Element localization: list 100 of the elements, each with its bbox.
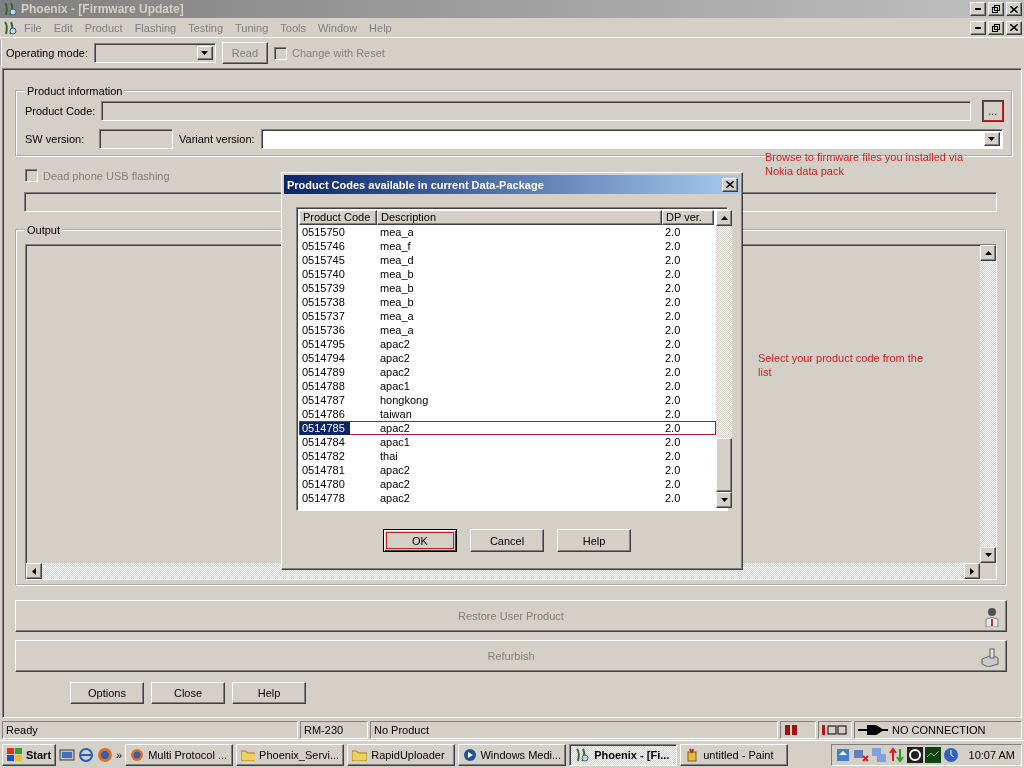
- column-header[interactable]: DP ver.: [662, 210, 714, 225]
- browse-button[interactable]: ...: [982, 101, 1003, 121]
- dp-version-cell-text: 2.0: [664, 394, 682, 407]
- column-header[interactable]: Product Code: [299, 210, 377, 225]
- right-arrow-icon: [970, 567, 974, 575]
- list-row[interactable]: 0515746 mea_f 2.0: [299, 239, 716, 253]
- play-icon: [463, 747, 477, 762]
- list-row[interactable]: 0514780 apac2 2.0: [299, 477, 716, 491]
- list-row[interactable]: 0514795 apac2 2.0: [299, 337, 716, 351]
- dp-version-cell-text: 2.0: [664, 478, 682, 491]
- list-row[interactable]: 0514785 apac2 2.0: [299, 421, 716, 435]
- description-cell-text: hongkong: [379, 394, 430, 407]
- app-icon: [2, 1, 18, 17]
- dialog-button[interactable]: Help: [557, 529, 631, 552]
- description-cell-text: apac2: [379, 422, 411, 435]
- list-row[interactable]: 0514778 apac2 2.0: [299, 491, 716, 505]
- transfer-icon[interactable]: [888, 746, 905, 763]
- code-cell-text: 0514781: [301, 464, 346, 477]
- monitor-icon[interactable]: [924, 746, 941, 763]
- close-button[interactable]: [722, 177, 738, 192]
- list-row[interactable]: 0515738 mea_b 2.0: [299, 295, 716, 309]
- close-button[interactable]: [1006, 2, 1022, 16]
- dp-version-cell-text: 2.0: [664, 450, 682, 463]
- taskbar-button[interactable]: Phoenix - [Fi...: [569, 743, 678, 766]
- list-row[interactable]: 0514787 hongkong 2.0: [299, 393, 716, 407]
- list-row[interactable]: 0514789 apac2 2.0: [299, 365, 716, 379]
- indicator-icon: [822, 725, 848, 735]
- dp-version-cell-text: 2.0: [664, 310, 682, 323]
- browser-icon[interactable]: [78, 746, 95, 763]
- column-header[interactable]: Description: [377, 210, 662, 225]
- dp-version-cell-text: 2.0: [664, 464, 682, 477]
- code-cell-text: 0515750: [301, 226, 346, 239]
- list-row[interactable]: 0515745 mea_d 2.0: [299, 253, 716, 267]
- restore-button[interactable]: [988, 20, 1004, 35]
- scrollbar[interactable]: [980, 245, 996, 563]
- code-cell: 0514785: [300, 422, 350, 435]
- clock-text: 10:07 AM: [968, 748, 1015, 761]
- left-arrow-icon: [32, 567, 36, 575]
- dialog-button[interactable]: OK: [383, 529, 457, 552]
- dialog-button[interactable]: Options: [70, 682, 144, 704]
- scrollbar[interactable]: [716, 210, 732, 508]
- dp-version-cell-text: 2.0: [664, 408, 682, 421]
- sw-version-field[interactable]: [99, 129, 173, 149]
- minimize-button[interactable]: [970, 2, 986, 16]
- dialog-button[interactable]: Cancel: [470, 529, 544, 552]
- code-cell-text: 0514789: [301, 366, 346, 379]
- close-button[interactable]: [1006, 20, 1022, 35]
- close-icon: [1010, 5, 1018, 13]
- list-row[interactable]: 0515737 mea_a 2.0: [299, 309, 716, 323]
- dp-version-cell-text: 2.0: [664, 324, 682, 337]
- network-icon[interactable]: [834, 746, 851, 763]
- product-code-field[interactable]: [101, 101, 971, 121]
- code-cell-text: 0514780: [301, 478, 346, 491]
- taskbar-button[interactable]: Multi Protocol ...: [125, 743, 234, 766]
- restore-icon: [992, 5, 1000, 13]
- list-row[interactable]: 0514782 thai 2.0: [299, 449, 716, 463]
- code-cell-text: 0515745: [301, 254, 346, 267]
- code-cell-text: 0514782: [301, 450, 346, 463]
- description-cell-text: apac1: [379, 436, 411, 449]
- description-cell-text: apac2: [379, 492, 411, 505]
- dp-version-cell-text: 2.0: [664, 338, 682, 351]
- taskbar-button[interactable]: Phoenix_Servi...: [236, 743, 345, 766]
- list-row[interactable]: 0515736 mea_a 2.0: [299, 323, 716, 337]
- dp-version-cell-text: 2.0: [664, 352, 682, 365]
- desktop-icon[interactable]: [59, 746, 76, 763]
- code-cell-text: 0515739: [301, 282, 346, 295]
- scrollbar-thumb[interactable]: [716, 438, 732, 492]
- operating-mode-dropdown[interactable]: [93, 43, 216, 63]
- code-cell-text: 0514787: [301, 394, 346, 407]
- list-row[interactable]: 0515750 mea_a 2.0: [299, 225, 716, 239]
- description-cell-text: apac2: [379, 464, 411, 477]
- start-button[interactable]: Start: [2, 743, 57, 766]
- restore-button[interactable]: [988, 2, 1004, 16]
- variant-version-dropdown[interactable]: [260, 129, 1003, 149]
- description-cell-text: mea_a: [379, 226, 415, 239]
- taskbar-button[interactable]: Windows Medi...: [458, 743, 567, 766]
- clock-icon[interactable]: [942, 746, 959, 763]
- machine-icon: [980, 647, 1000, 667]
- dialog-button[interactable]: Close: [151, 682, 225, 704]
- list-row[interactable]: 0514794 apac2 2.0: [299, 351, 716, 365]
- list-row[interactable]: 0514784 apac1 2.0: [299, 435, 716, 449]
- list-row[interactable]: 0514781 apac2 2.0: [299, 463, 716, 477]
- document-icon: [2, 19, 18, 36]
- overflow-chevron[interactable]: »: [116, 748, 123, 761]
- down-arrow-icon: [984, 553, 992, 557]
- code-cell-text: 0515736: [301, 324, 346, 337]
- minimize-icon: [975, 8, 981, 10]
- list-row[interactable]: 0515739 mea_b 2.0: [299, 281, 716, 295]
- taskbar-button[interactable]: untitled - Paint: [680, 743, 789, 766]
- close-icon: [726, 181, 734, 188]
- group-title: Output: [26, 224, 62, 236]
- list-row[interactable]: 0514788 apac1 2.0: [299, 379, 716, 393]
- restore-icon: [992, 23, 1000, 32]
- folder-icon: [241, 748, 256, 761]
- taskbar-button[interactable]: RapidUploader: [347, 743, 456, 766]
- list-row[interactable]: 0514786 taiwan 2.0: [299, 407, 716, 421]
- caret-icon: [988, 137, 996, 141]
- dialog-button[interactable]: Help: [232, 682, 306, 704]
- list-row[interactable]: 0515740 mea_b 2.0: [299, 267, 716, 281]
- minimize-button[interactable]: [970, 20, 986, 35]
